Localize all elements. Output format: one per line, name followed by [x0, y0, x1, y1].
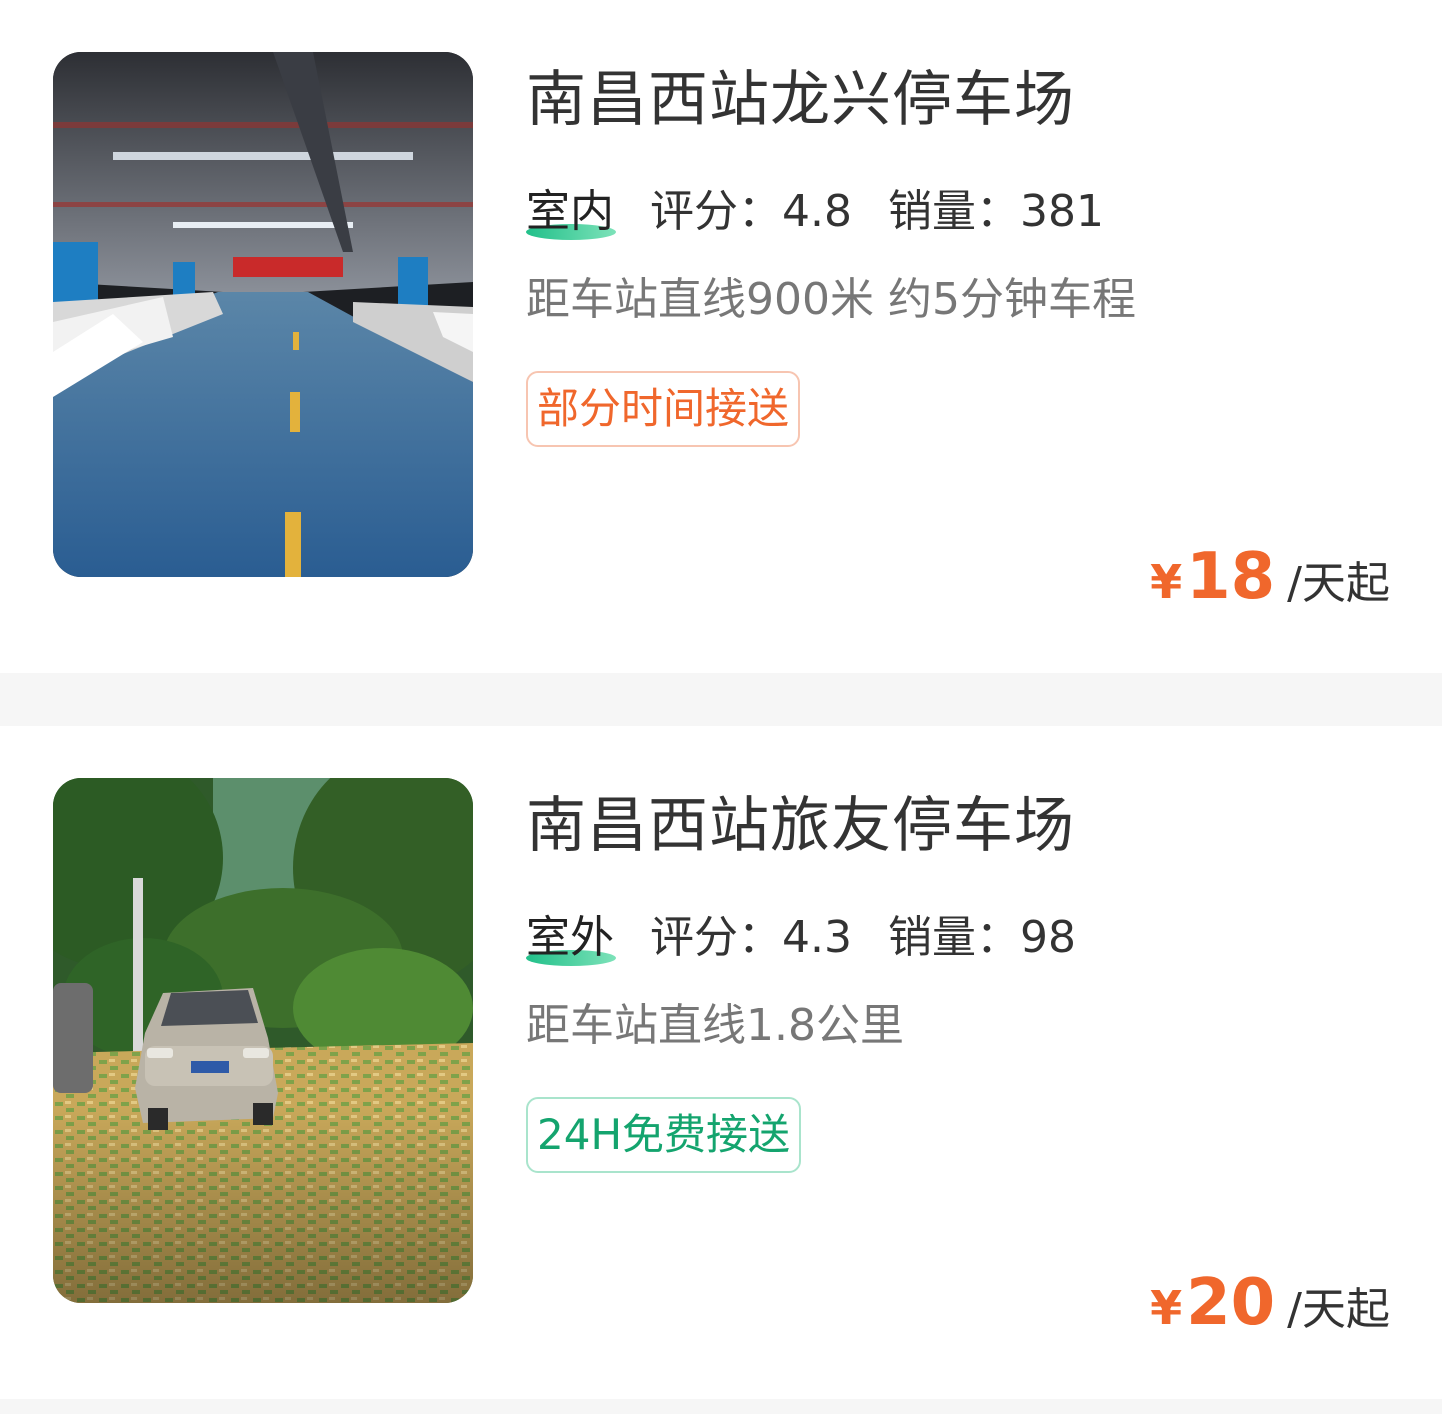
- parking-name: 南昌西站龙兴停车场: [526, 65, 1075, 135]
- environment-badge: 室内: [526, 182, 616, 242]
- distance-text: 距车站直线1.8公里: [526, 1000, 904, 1051]
- sales-value: 381: [1019, 186, 1104, 237]
- environment-badge: 室外: [526, 908, 616, 968]
- price-unit: /天起: [1287, 1284, 1390, 1335]
- price-amount: 20: [1186, 1266, 1276, 1340]
- price-amount: 18: [1186, 540, 1276, 614]
- parking-card-lvyou[interactable]: 南昌西站旅友停车场 室外 评分：4.3 销量：98 距车站直线1.8公里 24H免…: [0, 726, 1442, 1399]
- shuttle-service-tag: 部分时间接送: [526, 371, 801, 447]
- currency-symbol: ¥: [1150, 1281, 1183, 1335]
- rating-value: 4.3: [782, 912, 852, 963]
- price-block: ¥18/天起: [1150, 540, 1390, 620]
- shuttle-service-tag: 24H免费接送: [526, 1097, 802, 1173]
- parking-meta: 室内 评分：4.8 销量：381: [526, 182, 1104, 242]
- parking-photo-indoor: [53, 52, 473, 577]
- sales-value: 98: [1019, 912, 1076, 963]
- price-unit: /天起: [1287, 558, 1390, 609]
- parking-card-longxing[interactable]: 南昌西站龙兴停车场 室内 评分：4.8 销量：381 距车站直线900米 约5分钟…: [0, 0, 1442, 673]
- distance-text: 距车站直线900米 约5分钟车程: [526, 274, 1136, 325]
- rating-value: 4.8: [782, 186, 852, 237]
- parking-meta: 室外 评分：4.3 销量：98: [526, 908, 1076, 968]
- sales-label: 销量：: [887, 912, 1020, 963]
- parking-photo-outdoor: [53, 778, 473, 1303]
- rating-label: 评分：: [650, 186, 782, 237]
- sales-label: 销量：: [887, 186, 1020, 237]
- price-block: ¥20/天起: [1150, 1266, 1390, 1346]
- rating-label: 评分：: [650, 912, 782, 963]
- parking-list: 南昌西站龙兴停车场 室内 评分：4.8 销量：381 距车站直线900米 约5分钟…: [0, 0, 1442, 1399]
- parking-name: 南昌西站旅友停车场: [526, 791, 1075, 861]
- currency-symbol: ¥: [1150, 555, 1183, 609]
